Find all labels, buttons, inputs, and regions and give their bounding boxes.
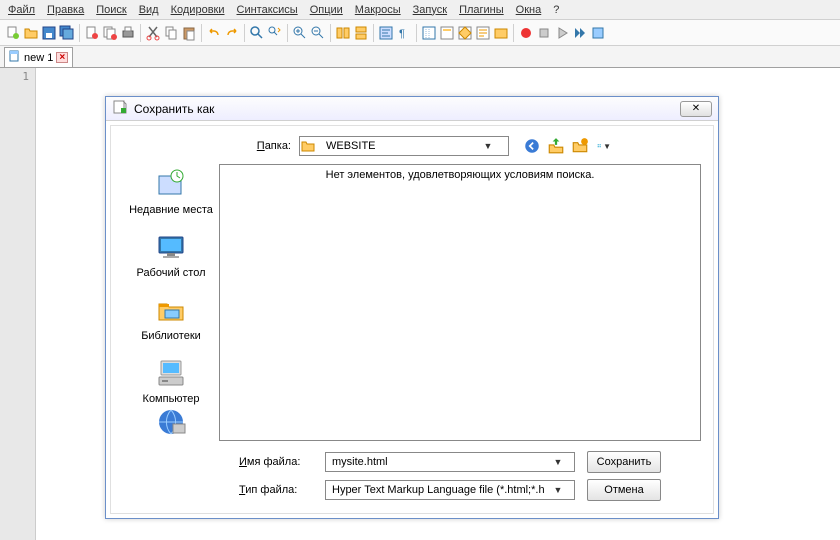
dialog-titlebar: Сохранить как ✕ xyxy=(106,97,718,121)
filetype-input[interactable] xyxy=(326,481,550,499)
sidebar-item-desktop[interactable]: Рабочий стол xyxy=(123,229,219,280)
menu-syntax[interactable]: Синтаксисы xyxy=(231,2,304,18)
line-gutter: 1 xyxy=(0,68,36,540)
folder-tree-icon[interactable] xyxy=(492,24,510,42)
dialog-close-button[interactable]: ✕ xyxy=(680,101,712,117)
sidebar-item-libraries[interactable]: Библиотеки xyxy=(123,292,219,343)
cancel-button[interactable]: Отмена xyxy=(587,479,661,501)
sidebar-item-computer[interactable]: Компьютер xyxy=(123,355,219,406)
redo-icon[interactable] xyxy=(223,24,241,42)
cut-icon[interactable] xyxy=(144,24,162,42)
close-all-icon[interactable] xyxy=(101,24,119,42)
undo-icon[interactable] xyxy=(205,24,223,42)
menu-file[interactable]: Файл xyxy=(2,2,41,18)
print-icon[interactable] xyxy=(119,24,137,42)
folder-combo[interactable]: ▼ xyxy=(299,136,509,156)
view-mode-button[interactable]: ▼ xyxy=(595,137,613,155)
document-tab[interactable]: new 1 × xyxy=(4,47,73,67)
sidebar-item-network[interactable] xyxy=(123,404,219,440)
menu-edit[interactable]: Правка xyxy=(41,2,90,18)
toolbar: ¶ xyxy=(0,20,840,46)
dialog-title: Сохранить как xyxy=(134,102,680,116)
hidden-chars-icon[interactable]: ¶ xyxy=(395,24,413,42)
tab-label: new 1 xyxy=(24,52,53,64)
menu-search[interactable]: Поиск xyxy=(90,2,132,18)
doc-map-icon[interactable] xyxy=(456,24,474,42)
chevron-down-icon[interactable]: ▼ xyxy=(550,485,566,495)
ud-lang-icon[interactable] xyxy=(438,24,456,42)
indent-guide-icon[interactable] xyxy=(420,24,438,42)
menu-options[interactable]: Опции xyxy=(304,2,349,18)
close-icon[interactable] xyxy=(83,24,101,42)
play-macro-icon[interactable] xyxy=(553,24,571,42)
menu-encoding[interactable]: Кодировки xyxy=(165,2,231,18)
empty-message: Нет элементов, удовлетворяющих условиям … xyxy=(326,169,595,181)
wordwrap-icon[interactable] xyxy=(377,24,395,42)
replace-icon[interactable] xyxy=(266,24,284,42)
zoom-out-icon[interactable] xyxy=(309,24,327,42)
save-macro-icon[interactable] xyxy=(589,24,607,42)
play-multi-icon[interactable] xyxy=(571,24,589,42)
filename-label: Имя файла: xyxy=(239,456,313,468)
file-icon xyxy=(9,50,21,65)
menu-help[interactable]: ? xyxy=(547,2,565,18)
save-icon[interactable] xyxy=(40,24,58,42)
record-macro-icon[interactable] xyxy=(517,24,535,42)
new-folder-icon[interactable] xyxy=(571,137,589,155)
menu-run[interactable]: Запуск xyxy=(407,2,453,18)
tab-close-icon[interactable]: × xyxy=(56,52,68,63)
filetype-combo[interactable]: ▼ xyxy=(325,480,575,500)
find-icon[interactable] xyxy=(248,24,266,42)
menu-macros[interactable]: Макросы xyxy=(349,2,407,18)
menu-plugins[interactable]: Плагины xyxy=(453,2,510,18)
folder-label: Папка: xyxy=(223,140,291,152)
chevron-down-icon[interactable]: ▼ xyxy=(550,457,566,467)
menubar: Файл Правка Поиск Вид Кодировки Синтакси… xyxy=(0,0,840,20)
filename-input[interactable] xyxy=(326,453,550,471)
folder-input[interactable] xyxy=(320,137,480,155)
menu-view[interactable]: Вид xyxy=(133,2,165,18)
zoom-in-icon[interactable] xyxy=(291,24,309,42)
tabbar: new 1 × xyxy=(0,46,840,68)
up-icon[interactable] xyxy=(547,137,565,155)
filetype-label: Тип файла: xyxy=(239,484,313,496)
sync-v-icon[interactable] xyxy=(352,24,370,42)
places-sidebar: Недавние места Рабочий стол Библиотеки К… xyxy=(123,164,219,441)
save-all-icon[interactable] xyxy=(58,24,76,42)
dialog-title-icon xyxy=(112,99,134,118)
sync-h-icon[interactable] xyxy=(334,24,352,42)
folder-icon xyxy=(300,138,316,154)
new-file-icon[interactable] xyxy=(4,24,22,42)
paste-icon[interactable] xyxy=(180,24,198,42)
save-as-dialog: Сохранить как ✕ Папка: ▼ ▼ Недавние мест… xyxy=(105,96,719,519)
sidebar-item-recent[interactable]: Недавние места xyxy=(123,166,219,217)
filename-combo[interactable]: ▼ xyxy=(325,452,575,472)
save-button[interactable]: Сохранить xyxy=(587,451,661,473)
svg-text:¶: ¶ xyxy=(399,28,405,40)
menu-windows[interactable]: Окна xyxy=(510,2,548,18)
stop-macro-icon[interactable] xyxy=(535,24,553,42)
open-file-icon[interactable] xyxy=(22,24,40,42)
back-icon[interactable] xyxy=(523,137,541,155)
copy-icon[interactable] xyxy=(162,24,180,42)
file-list-area[interactable]: Нет элементов, удовлетворяющих условиям … xyxy=(219,164,701,441)
chevron-down-icon[interactable]: ▼ xyxy=(480,141,496,151)
func-list-icon[interactable] xyxy=(474,24,492,42)
